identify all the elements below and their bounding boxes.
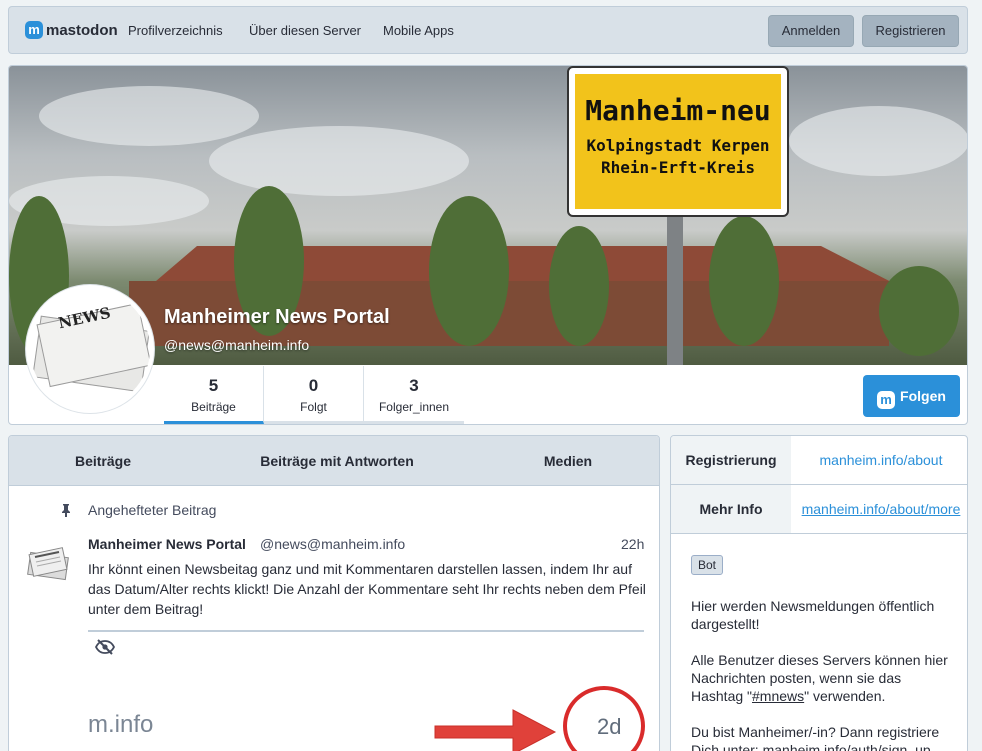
logo-text: mastodon <box>46 21 118 39</box>
field-key-more-info: Mehr Info <box>671 485 791 533</box>
counter-posts-number: 5 <box>208 376 219 395</box>
profile-avatar[interactable]: NEWS <box>26 285 154 413</box>
profile-handle: @news@manheim.info <box>164 337 310 353</box>
counter-following-number: 0 <box>308 376 319 395</box>
pin-icon <box>60 503 72 520</box>
follow-button-label: Folgen <box>900 388 946 404</box>
pinned-label: Angehefteter Beitrag <box>88 502 217 518</box>
red-arrow-icon <box>429 706 559 751</box>
field-link-more-info[interactable]: manheim.info/about/more <box>801 485 961 533</box>
counter-posts[interactable]: 5 Beiträge <box>164 366 264 424</box>
profile-header: Manheim-neu Kolpingstadt Kerpen Rhein-Er… <box>8 65 968 425</box>
login-button[interactable]: Anmelden <box>768 15 854 47</box>
nav-link-about-server[interactable]: Über diesen Server <box>249 23 361 38</box>
tab-posts[interactable]: Beiträge <box>9 436 197 485</box>
mastodon-logo-icon: m <box>25 21 43 39</box>
town-sign: Manheim-neu Kolpingstadt Kerpen Rhein-Er… <box>569 68 787 215</box>
timeline-tabs: Beiträge Beiträge mit Antworten Medien <box>9 436 659 486</box>
tab-media[interactable]: Medien <box>477 436 659 485</box>
bio-p2-text-end: " verwenden. <box>804 688 886 704</box>
sign-line-1: Manheim-neu <box>585 94 771 127</box>
bot-badge: Bot <box>691 555 724 575</box>
nav-link-mobile-apps[interactable]: Mobile Apps <box>383 23 454 38</box>
counter-followers-label: Folger_innen <box>378 400 450 414</box>
profile-bio: Hier werden Newsmeldungen öffentlich dar… <box>691 597 956 751</box>
tab-posts-and-replies[interactable]: Beiträge mit Antworten <box>197 436 477 485</box>
status-content: Ihr könnt einen Newsbeitag ganz und mit … <box>88 561 646 617</box>
status-author-name[interactable]: Manheimer News Portal <box>88 536 246 552</box>
profile-banner-image: Manheim-neu Kolpingstadt Kerpen Rhein-Er… <box>9 66 967 365</box>
counter-posts-label: Beiträge <box>191 400 236 414</box>
bio-paragraph-2: Alle Benutzer dieses Servers können hier… <box>691 651 956 705</box>
zoomed-handle-fragment: m.info <box>88 711 154 738</box>
profile-sidebar: Registrierung manheim.info/about Mehr In… <box>670 435 968 751</box>
status-timestamp[interactable]: 22h <box>621 536 644 552</box>
field-link-registration[interactable]: manheim.info/about <box>801 436 961 484</box>
counter-following-label: Folgt <box>300 400 327 414</box>
follow-button[interactable]: m Folgen <box>863 375 960 417</box>
field-row-registration: Registrierung manheim.info/about <box>671 436 967 485</box>
bio-paragraph-1: Hier werden Newsmeldungen öffentlich dar… <box>691 598 935 632</box>
sign-line-2: Kolpingstadt Kerpen <box>586 136 770 155</box>
field-row-more-info: Mehr Info manheim.info/about/more <box>671 485 967 534</box>
top-navigation: m mastodon Profilverzeichnis Über diesen… <box>8 6 968 54</box>
counter-followers-number: 3 <box>409 376 419 395</box>
register-button[interactable]: Registrieren <box>862 15 959 47</box>
timeline: Beiträge Beiträge mit Antworten Medien A… <box>8 435 660 751</box>
hashtag-link[interactable]: #mnews <box>752 688 804 704</box>
status-divider <box>88 630 644 632</box>
counter-following[interactable]: 0 Folgt <box>264 366 364 424</box>
mastodon-icon: m <box>877 391 896 409</box>
eye-slash-icon[interactable] <box>94 639 116 660</box>
status-avatar[interactable] <box>25 541 71 587</box>
mastodon-logo[interactable]: m mastodon <box>25 21 118 39</box>
counter-followers[interactable]: 3 Folger_innen <box>364 366 464 424</box>
nav-link-profilverzeichnis[interactable]: Profilverzeichnis <box>128 23 223 38</box>
sign-line-3: Rhein-Erft-Kreis <box>600 158 756 177</box>
profile-display-name: Manheimer News Portal <box>164 306 390 328</box>
post-age-label[interactable]: 2d <box>597 714 621 740</box>
status-author-handle[interactable]: @news@manheim.info <box>260 536 405 552</box>
bio-paragraph-3: Du bist Manheimer/-in? Dann registriere … <box>691 724 940 751</box>
field-key-registration: Registrierung <box>671 436 791 484</box>
